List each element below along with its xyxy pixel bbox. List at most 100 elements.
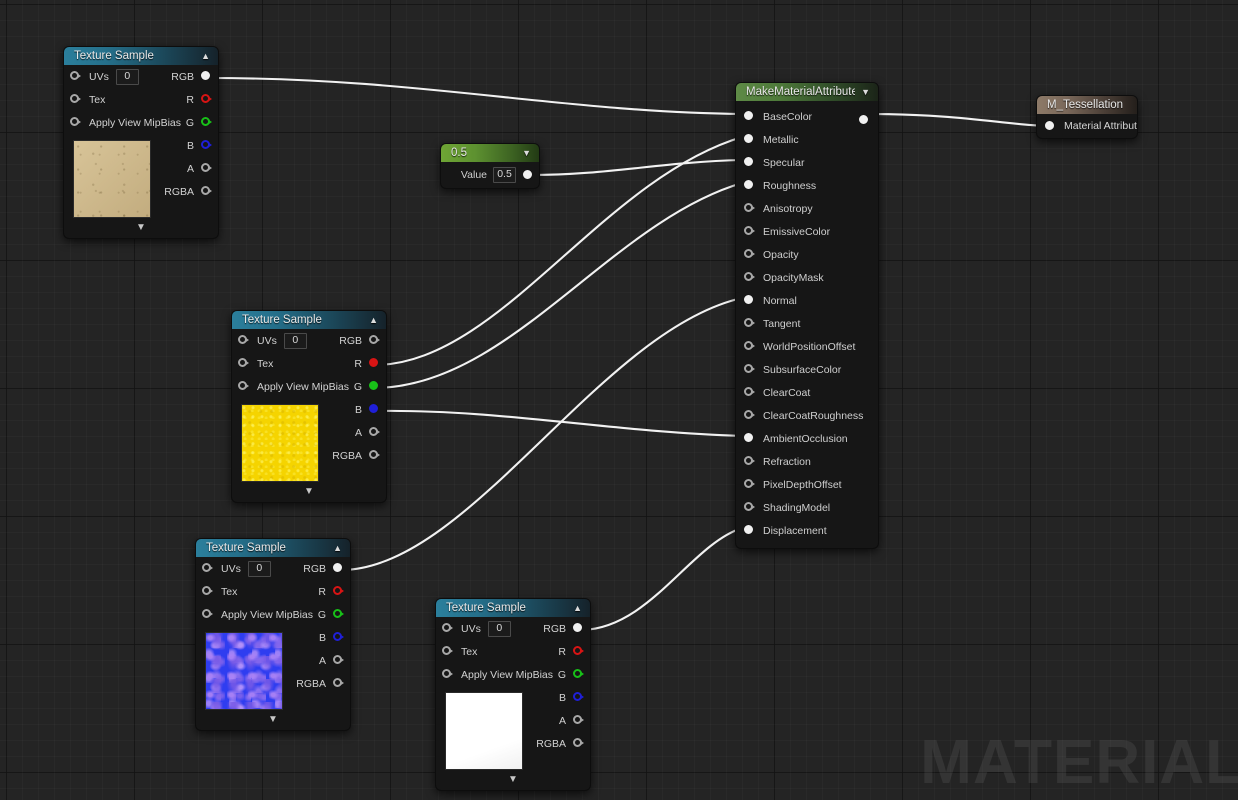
chevron-down-icon[interactable]: ▼: [508, 775, 518, 785]
node-header[interactable]: MakeMaterialAttributes ▼: [736, 83, 878, 101]
constant-value-field[interactable]: 0.5: [493, 167, 516, 183]
output-pin-icon[interactable]: [573, 715, 584, 726]
chevron-down-icon[interactable]: ▼: [304, 487, 314, 497]
output-pin-icon[interactable]: [573, 692, 584, 703]
input-pin-icon[interactable]: [744, 272, 755, 283]
output-pin-icon[interactable]: [333, 655, 344, 666]
node-constant[interactable]: 0.5 ▼ Value 0.5: [440, 143, 540, 189]
node-header[interactable]: Texture Sample ▲: [436, 599, 590, 617]
input-pin-icon[interactable]: [744, 387, 755, 398]
pin-row-specular[interactable]: Specular: [736, 151, 878, 174]
input-pin-icon[interactable]: [744, 226, 755, 237]
chevron-up-icon[interactable]: ▲: [201, 51, 210, 61]
pin-row-a[interactable]: A: [140, 157, 212, 180]
node-footer[interactable]: ▼: [196, 710, 350, 730]
pin-row-rgb[interactable]: RGB: [140, 65, 212, 88]
uvs-value-field[interactable]: 0: [283, 332, 307, 349]
material-graph-canvas[interactable]: Texture Sample ▲ UVs 0 Tex Apply View Mi…: [0, 0, 1238, 800]
pin-row-g[interactable]: G: [272, 603, 344, 626]
output-pin-icon[interactable]: [333, 632, 344, 643]
pin-row-opacity[interactable]: Opacity: [736, 243, 878, 266]
output-pin-icon[interactable]: [369, 450, 380, 461]
pin-row-value[interactable]: Value 0.5: [441, 162, 539, 188]
input-pin-icon[interactable]: [744, 203, 755, 214]
input-pin-icon[interactable]: [442, 669, 453, 680]
input-pin-icon[interactable]: [744, 295, 755, 306]
chevron-down-icon[interactable]: ▼: [522, 148, 531, 158]
pin-row-rgb[interactable]: RGB: [308, 329, 380, 352]
pin-row-clearcoat[interactable]: ClearCoat: [736, 381, 878, 404]
node-texture-sample-2[interactable]: Texture Sample ▲ UVs 0 Tex Apply View Mi…: [231, 310, 387, 503]
node-header[interactable]: M_Tessellation: [1037, 96, 1137, 114]
pin-row-a[interactable]: A: [308, 421, 380, 444]
input-pin-icon[interactable]: [744, 111, 755, 122]
output-pin-icon[interactable]: [859, 115, 870, 126]
output-pin-icon[interactable]: [573, 738, 584, 749]
output-pin-icon[interactable]: [201, 140, 212, 151]
pin-row-emissivecolor[interactable]: EmissiveColor: [736, 220, 878, 243]
pin-row-clearcoatroughness[interactable]: ClearCoatRoughness: [736, 404, 878, 427]
output-pin-icon[interactable]: [369, 358, 380, 369]
pin-row-b[interactable]: B: [512, 686, 584, 709]
pin-row-shadingmodel[interactable]: ShadingModel: [736, 496, 878, 519]
pin-row-r[interactable]: R: [140, 88, 212, 111]
input-pin-icon[interactable]: [70, 94, 81, 105]
output-pin-icon[interactable]: [573, 623, 584, 634]
output-pin-icon[interactable]: [333, 678, 344, 689]
output-pin-icon[interactable]: [369, 427, 380, 438]
node-texture-sample-3[interactable]: Texture Sample ▲ UVs 0 Tex Apply View Mi…: [195, 538, 351, 731]
pin-row-b[interactable]: B: [308, 398, 380, 421]
pin-row-b[interactable]: B: [140, 134, 212, 157]
output-pin-icon[interactable]: [369, 381, 380, 392]
input-pin-icon[interactable]: [202, 609, 213, 620]
chevron-up-icon[interactable]: ▲: [369, 315, 378, 325]
input-pin-icon[interactable]: [744, 525, 755, 536]
output-pin-icon[interactable]: [201, 71, 212, 82]
input-pin-icon[interactable]: [202, 586, 213, 597]
node-material-result[interactable]: M_Tessellation Material Attributes: [1036, 95, 1138, 139]
pin-row-g[interactable]: G: [308, 375, 380, 398]
chevron-down-icon[interactable]: ▼: [136, 223, 146, 233]
node-footer[interactable]: ▼: [64, 218, 218, 238]
output-pin-icon[interactable]: [573, 646, 584, 657]
output-pin-icon[interactable]: [333, 563, 344, 574]
pin-row-displacement[interactable]: Displacement: [736, 519, 878, 542]
pin-row-normal[interactable]: Normal: [736, 289, 878, 312]
pin-row-tangent[interactable]: Tangent: [736, 312, 878, 335]
output-pin-icon[interactable]: [573, 669, 584, 680]
pin-row-subsurfacecolor[interactable]: SubsurfaceColor: [736, 358, 878, 381]
input-pin-icon[interactable]: [744, 456, 755, 467]
input-pin-icon[interactable]: [744, 479, 755, 490]
uvs-value-field[interactable]: 0: [247, 560, 271, 577]
input-pin-icon[interactable]: [744, 433, 755, 444]
pin-row-refraction[interactable]: Refraction: [736, 450, 878, 473]
output-pin-icon[interactable]: [201, 163, 212, 174]
node-footer[interactable]: ▼: [232, 482, 386, 502]
input-pin-icon[interactable]: [744, 318, 755, 329]
input-pin-icon[interactable]: [70, 117, 81, 128]
output-pin-icon[interactable]: [201, 117, 212, 128]
input-pin-icon[interactable]: [744, 134, 755, 145]
pin-row-rgba[interactable]: RGBA: [512, 732, 584, 755]
output-pin-icon[interactable]: [333, 609, 344, 620]
input-pin-icon[interactable]: [1045, 120, 1056, 132]
pin-row-pixeldepthoffset[interactable]: PixelDepthOffset: [736, 473, 878, 496]
chevron-down-icon[interactable]: ▼: [861, 87, 870, 97]
input-pin-icon[interactable]: [442, 623, 453, 634]
node-footer[interactable]: ▼: [436, 770, 590, 790]
output-pin-icon[interactable]: [201, 186, 212, 197]
input-pin-icon[interactable]: [744, 180, 755, 191]
input-pin-icon[interactable]: [744, 341, 755, 352]
input-pin-icon[interactable]: [744, 364, 755, 375]
pin-row-basecolor[interactable]: BaseColor: [736, 105, 878, 128]
input-pin-icon[interactable]: [238, 381, 249, 392]
pin-row-a[interactable]: A: [512, 709, 584, 732]
node-header[interactable]: 0.5 ▼: [441, 144, 539, 162]
input-pin-icon[interactable]: [744, 249, 755, 260]
output-pin-icon[interactable]: [201, 94, 212, 105]
input-pin-icon[interactable]: [744, 157, 755, 168]
output-pin-icon[interactable]: [333, 586, 344, 597]
pin-row-g[interactable]: G: [140, 111, 212, 134]
pin-row-b[interactable]: B: [272, 626, 344, 649]
pin-row-anisotropy[interactable]: Anisotropy: [736, 197, 878, 220]
